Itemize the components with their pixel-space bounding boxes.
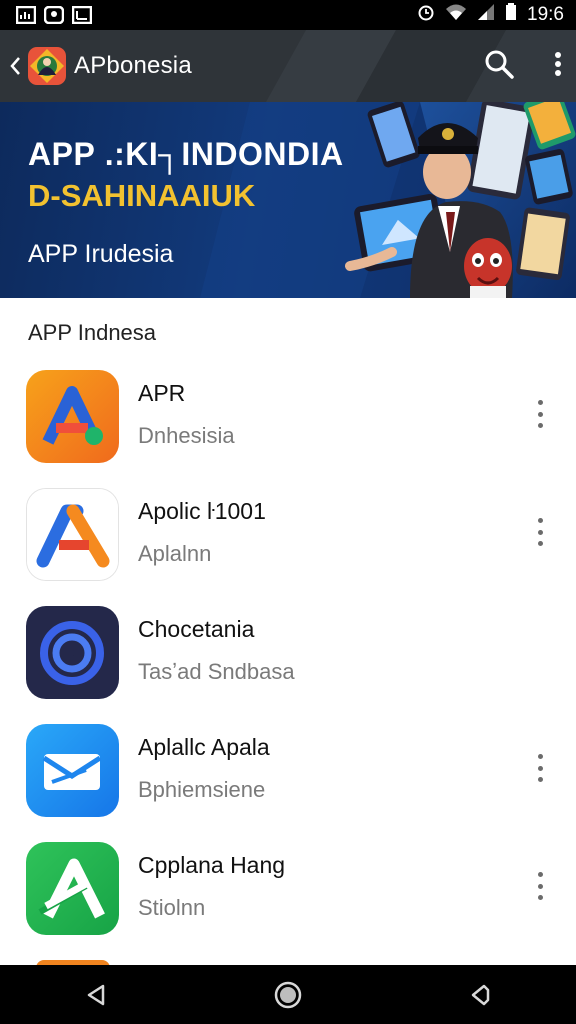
green-a-icon — [26, 842, 119, 935]
section-title: APP Indnesa — [28, 320, 157, 345]
orange-a-icon — [26, 370, 119, 463]
list-item[interactable]: Aplallc Apala Bphiemsiene — [0, 714, 576, 832]
status-bar: 19:6 — [0, 0, 576, 30]
more-vert-icon[interactable] — [554, 51, 562, 82]
more-vert-icon[interactable] — [530, 872, 550, 900]
blue-ring-icon — [26, 606, 119, 699]
recents-icon[interactable] — [460, 975, 500, 1015]
item-title: APR — [138, 380, 186, 406]
chevron-left-icon — [10, 57, 20, 75]
home-circle-icon[interactable] — [268, 975, 308, 1015]
promo-banner[interactable]: APP .:KI┐INDONDIA D-SAHINAAIUK APP Irude… — [0, 102, 576, 298]
app-bar: APbonesia — [0, 30, 576, 102]
banner-headline-secondary: D-SAHINAAIUK — [28, 178, 256, 213]
status-time: 19:6 — [527, 4, 564, 25]
mail-icon — [26, 724, 119, 817]
search-icon[interactable] — [484, 49, 514, 84]
list-item[interactable]: Chocetania Tasʼad Sndbasa — [0, 596, 576, 714]
image-icon — [72, 6, 92, 24]
battery-icon — [505, 3, 517, 27]
app-logo — [26, 45, 68, 87]
item-subtitle: Aplalnn — [138, 541, 212, 566]
item-title: Chocetania — [138, 616, 255, 642]
item-subtitle: Tasʼad Sndbasa — [138, 659, 295, 684]
app-list: APR Dnhesisia Apolic ŀ1001 Aplalnn Choce… — [0, 360, 576, 950]
item-subtitle: Stiolnn — [138, 895, 206, 920]
item-title: Apolic ŀ1001 — [138, 498, 266, 524]
item-subtitle: Dnhesisia — [138, 423, 235, 448]
banner-headline: APP .:KI┐INDONDIA — [28, 136, 344, 172]
app-notification-icon — [44, 6, 64, 24]
list-item[interactable]: Cpplana Hang Stiolnn — [0, 832, 576, 950]
more-vert-icon[interactable] — [530, 518, 550, 546]
more-vert-icon[interactable] — [530, 754, 550, 782]
back-button[interactable] — [4, 30, 26, 102]
status-right: 19:6 — [417, 3, 564, 27]
list-item[interactable]: APR Dnhesisia — [0, 360, 576, 478]
wifi-icon — [445, 3, 467, 27]
signal-icon — [477, 3, 495, 27]
gallery-icon — [16, 6, 36, 24]
item-title: Cpplana Hang — [138, 852, 286, 878]
app-title: APbonesia — [74, 52, 192, 79]
banner-subtitle: APP Irudesia — [28, 240, 174, 268]
white-a-icon — [26, 488, 119, 581]
item-title: Aplallc Apala — [138, 734, 270, 760]
back-triangle-icon[interactable] — [76, 975, 116, 1015]
content-area: APP Indnesa APR Dnhesisia Apolic ŀ1001 A… — [0, 298, 576, 965]
app-bar-actions — [484, 30, 562, 102]
status-left — [16, 6, 92, 24]
more-vert-icon[interactable] — [530, 400, 550, 428]
alarm-icon — [417, 3, 435, 27]
system-nav-bar — [0, 965, 576, 1024]
list-item[interactable]: Apolic ŀ1001 Aplalnn — [0, 478, 576, 596]
item-subtitle: Bphiemsiene — [138, 777, 266, 802]
